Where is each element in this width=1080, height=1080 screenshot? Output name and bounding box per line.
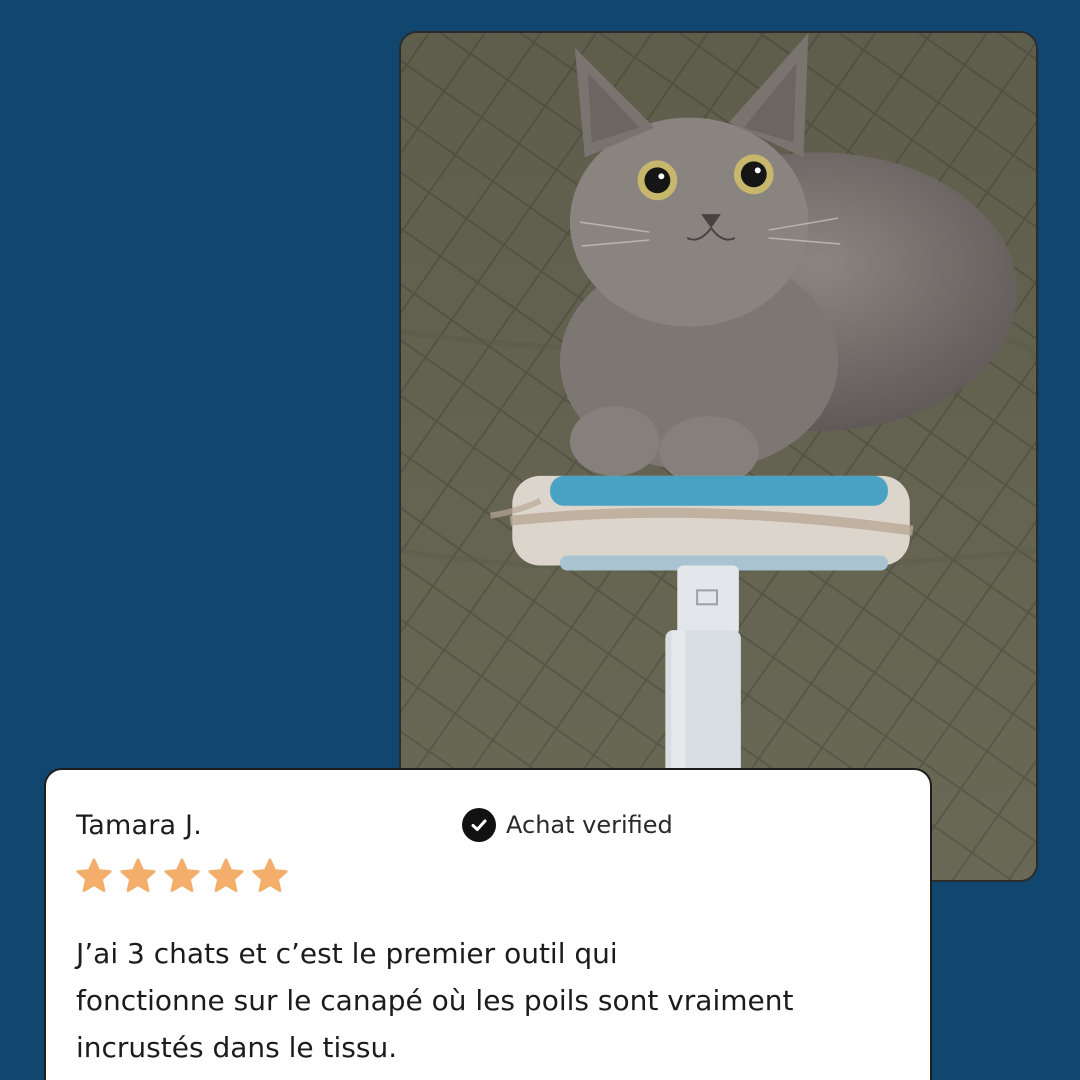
star-icon	[118, 856, 158, 896]
review-photo	[399, 31, 1038, 882]
review-text: J’ai 3 chats et c’est le premier outil q…	[76, 937, 794, 1064]
review-card: Tamara J. Achat verified J’ai 3 chats et…	[44, 768, 932, 1080]
star-icon	[206, 856, 246, 896]
star-icon	[74, 856, 114, 896]
star-rating	[74, 856, 290, 896]
verified-label: Achat verified	[506, 811, 673, 839]
verified-badge: Achat verified	[462, 808, 673, 842]
star-icon	[162, 856, 202, 896]
reviewer-name: Tamara J.	[76, 810, 202, 841]
star-icon	[250, 856, 290, 896]
cat-photo-icon	[401, 33, 1036, 880]
check-circle-icon	[462, 808, 496, 842]
